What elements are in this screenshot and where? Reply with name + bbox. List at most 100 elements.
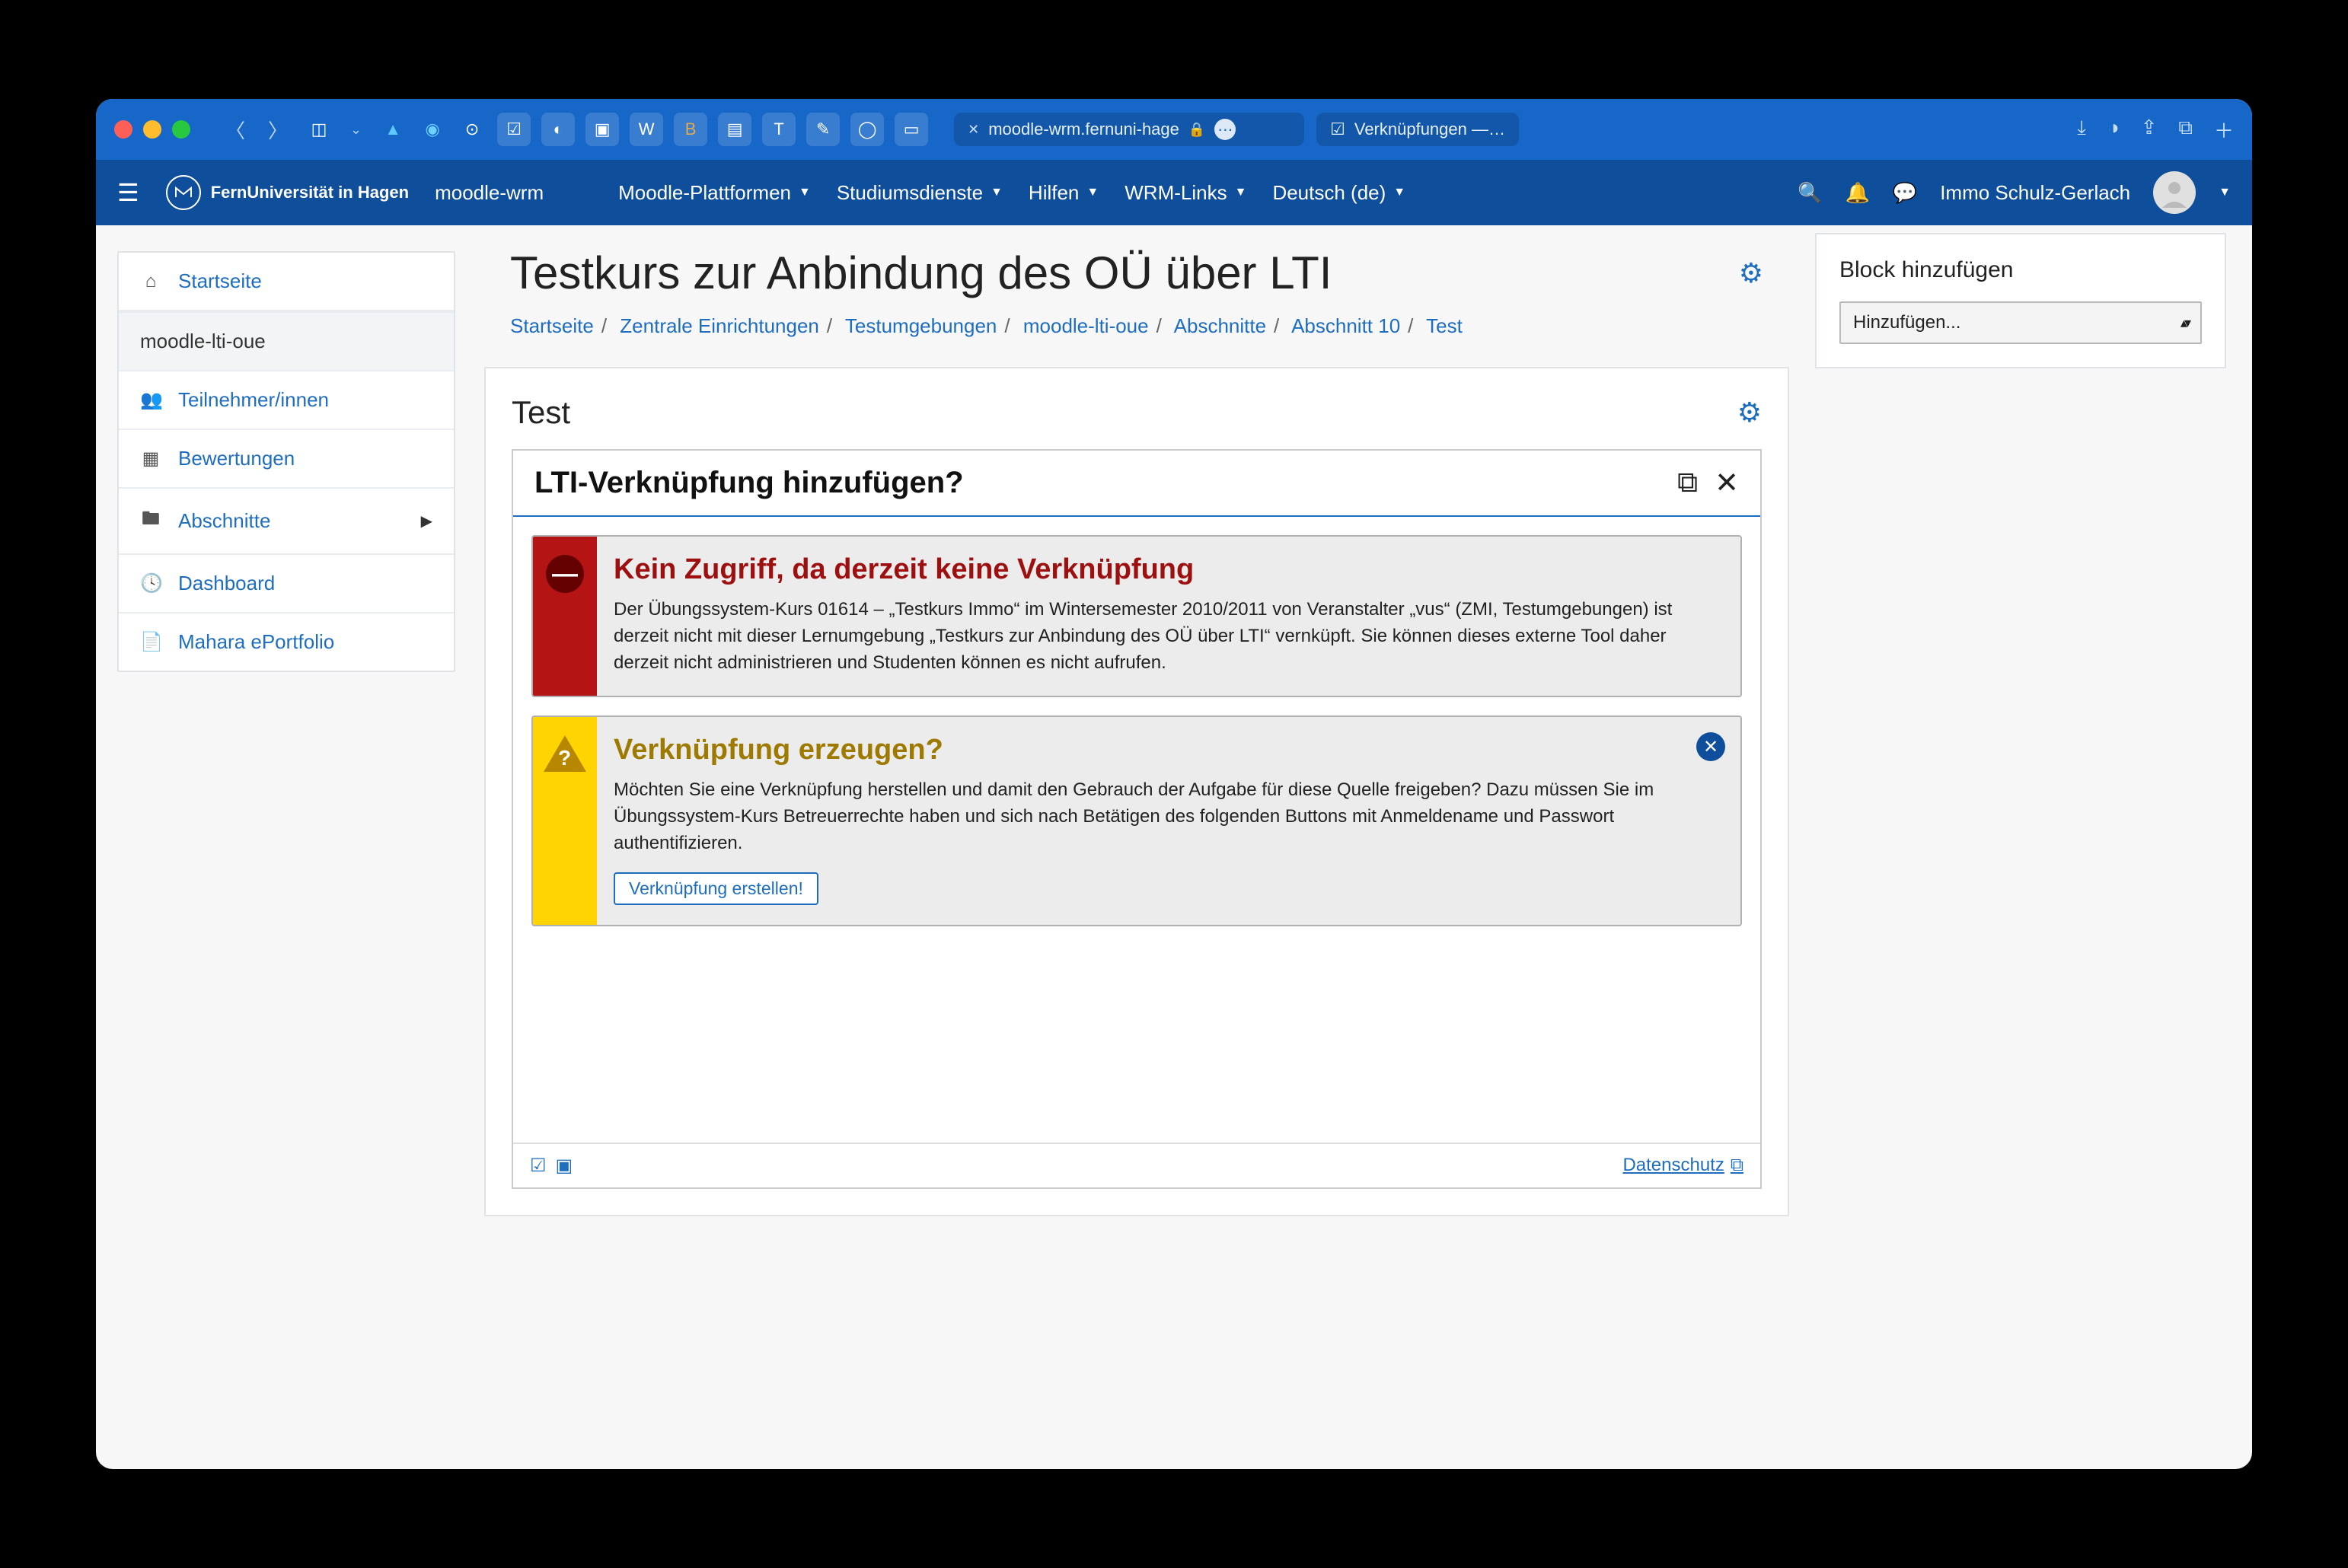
breadcrumb-link[interactable]: Test [1426, 314, 1463, 337]
page-settings-gear-icon[interactable]: ⚙ [1739, 257, 1763, 289]
download-icon[interactable]: ⤓ [2077, 116, 2086, 144]
footer-icon-1[interactable]: ☑ [530, 1155, 547, 1177]
course-shortname[interactable]: moodle-wrm [435, 181, 544, 205]
more-icon[interactable]: ⋯ [1214, 119, 1236, 140]
breadcrumb-link[interactable]: moodle-lti-oue [1023, 314, 1149, 337]
activity-card: Test ⚙ LTI-Verknüpfung hinzufügen? ⧉ ✕ — [484, 367, 1789, 1216]
ext-icon-3[interactable]: ⊙ [458, 115, 487, 144]
warning-icon [544, 735, 586, 772]
site-name: FernUniversität in Hagen [211, 183, 409, 202]
messages-icon[interactable]: 💬 [1893, 181, 1917, 205]
browser-tab-2[interactable]: ☑ Verknüpfungen —… [1316, 113, 1519, 146]
close-window[interactable] [114, 120, 132, 139]
folder-icon: 🖿 [140, 505, 161, 537]
tab-label: Verknüpfungen —… [1354, 120, 1505, 139]
footer-icon-2[interactable]: ▣ [556, 1155, 573, 1177]
breadcrumb-link[interactable]: Testumgebungen [845, 314, 997, 337]
tabs-icon[interactable]: ⧉ [2178, 116, 2193, 144]
lti-frame: LTI-Verknüpfung hinzufügen? ⧉ ✕ — Kein Z… [512, 449, 1762, 1189]
privacy-link[interactable]: Datenschutz⧉ [1622, 1155, 1743, 1176]
maximize-window[interactable] [172, 120, 190, 139]
breadcrumb-link[interactable]: Startseite [510, 314, 594, 337]
site-logo[interactable]: FernUniversität in Hagen [165, 174, 409, 211]
ext-icon-9[interactable]: ▤ [718, 113, 751, 146]
user-name[interactable]: Immo Schulz-Gerlach [1940, 181, 2130, 205]
sidebar-item-home[interactable]: ⌂Startseite [119, 253, 454, 311]
window-controls [114, 120, 190, 139]
ext-icon-13[interactable]: ▭ [895, 113, 928, 146]
close-icon[interactable]: ✕ [1715, 466, 1739, 500]
breadcrumb: Startseite/ Zentrale Einrichtungen/ Test… [484, 305, 1789, 359]
sidebar-item-course[interactable]: moodle-lti-oue [119, 311, 454, 371]
warning-body: Möchten Sie eine Verknüpfung herstellen … [614, 777, 1719, 856]
ext-icon-7[interactable]: W [630, 113, 663, 146]
sidebar-item-participants[interactable]: 👥Teilnehmer/innen [119, 371, 454, 430]
activity-title: Test [512, 394, 1737, 431]
no-entry-icon: — [546, 555, 584, 593]
dropdown-icon[interactable]: ⌄ [344, 122, 368, 138]
search-icon[interactable]: 🔍 [1798, 181, 1822, 205]
sidebar-toggle-icon[interactable]: ◫ [305, 115, 333, 144]
lti-header-title: LTI-Verknüpfung hinzufügen? [534, 466, 1661, 500]
sidebar-item-mahara[interactable]: 📄Mahara ePortfolio [119, 613, 454, 671]
shield-icon[interactable]: ◑ [2107, 116, 2120, 144]
users-icon: 👥 [140, 389, 161, 411]
tab-icon: ☑ [1330, 120, 1345, 139]
ext-icon-5[interactable]: ◐ [541, 113, 575, 146]
ext-icon-6[interactable]: ▣ [585, 113, 619, 146]
nav-link-studium[interactable]: Studiumsdienste▼ [837, 181, 1003, 205]
user-menu-caret[interactable]: ▼ [2219, 186, 2231, 199]
site-navbar: ☰ FernUniversität in Hagen moodle-wrm Mo… [96, 160, 2252, 225]
breadcrumb-link[interactable]: Zentrale Einrichtungen [620, 314, 819, 337]
breadcrumb-link[interactable]: Abschnitte [1174, 314, 1266, 337]
ext-icon-2[interactable]: ◉ [418, 115, 447, 144]
browser-tab-active[interactable]: ✕ moodle-wrm.fernuni-hage 🔒 ⋯ [954, 113, 1304, 146]
browser-toolbar: 〈 〉 ◫ ⌄ ▲ ◉ ⊙ ☑ ◐ ▣ W B ▤ T ✎ ◯ ▭ ✕ mood… [96, 99, 2252, 160]
sidebar-item-sections[interactable]: 🖿Abschnitte▶ [119, 489, 454, 555]
back-button[interactable]: 〈 [219, 116, 251, 144]
nav-link-help[interactable]: Hilfen▼ [1029, 181, 1099, 205]
ext-icon-12[interactable]: ◯ [850, 113, 884, 146]
course-sidebar: ⌂Startseite moodle-lti-oue 👥Teilnehmer/i… [96, 225, 477, 1469]
nav-link-wrm[interactable]: WRM-Links▼ [1125, 181, 1246, 205]
hamburger-icon[interactable]: ☰ [117, 178, 139, 207]
sidebar-item-grades[interactable]: ▦Bewertungen [119, 430, 454, 489]
error-message: — Kein Zugriff, da derzeit keine Verknüp… [531, 535, 1742, 697]
notifications-icon[interactable]: 🔔 [1845, 181, 1869, 205]
close-tab-icon[interactable]: ✕ [968, 122, 979, 138]
chevron-right-icon: ▶ [421, 512, 432, 531]
ext-icon-4[interactable]: ☑ [497, 113, 531, 146]
warning-title: Verknüpfung erzeugen? [614, 734, 1719, 766]
activity-gear-icon[interactable]: ⚙ [1737, 397, 1762, 429]
error-body: Der Übungssystem-Kurs 01614 – „Testkurs … [614, 597, 1719, 676]
tacho-icon: 🕓 [140, 572, 161, 594]
ext-icon-11[interactable]: ✎ [806, 113, 840, 146]
tab-label: moodle-wrm.fernuni-hage [988, 120, 1179, 139]
error-title: Kein Zugriff, da derzeit keine Verknüpfu… [614, 553, 1719, 586]
doc-icon: 📄 [140, 631, 161, 653]
lock-icon: 🔒 [1188, 122, 1205, 138]
ext-icon-1[interactable]: ▲ [378, 115, 407, 144]
add-block-select[interactable]: Hinzufügen... ▴▾ [1839, 301, 2202, 344]
page-title: Testkurs zur Anbindung des OÜ über LTI [510, 247, 1739, 299]
table-icon: ▦ [140, 448, 161, 470]
avatar[interactable] [2153, 171, 2196, 214]
add-block-card: Block hinzufügen Hinzufügen... ▴▾ [1815, 233, 2226, 368]
external-icon: ⧉ [1731, 1155, 1743, 1176]
forward-button[interactable]: 〉 [262, 116, 294, 144]
share-icon[interactable]: ⇪ [2141, 116, 2158, 144]
breadcrumb-link[interactable]: Abschnitt 10 [1291, 314, 1400, 337]
sidebar-item-dashboard[interactable]: 🕓Dashboard [119, 555, 454, 613]
create-link-button[interactable]: Verknüpfung erstellen! [614, 872, 818, 905]
nav-link-platforms[interactable]: Moodle-Plattformen▼ [618, 181, 811, 205]
ext-icon-10[interactable]: T [762, 113, 796, 146]
home-icon: ⌂ [140, 271, 161, 292]
warning-message: Verknüpfung erzeugen? Möchten Sie eine V… [531, 715, 1742, 926]
minimize-window[interactable] [143, 120, 161, 139]
ext-icon-8[interactable]: B [674, 113, 707, 146]
add-block-title: Block hinzufügen [1839, 257, 2202, 283]
popout-icon[interactable]: ⧉ [1677, 467, 1698, 499]
select-updown-icon: ▴▾ [2181, 315, 2188, 331]
new-tab-icon[interactable]: ＋ [2214, 116, 2234, 144]
nav-link-lang[interactable]: Deutsch (de)▼ [1272, 181, 1405, 205]
